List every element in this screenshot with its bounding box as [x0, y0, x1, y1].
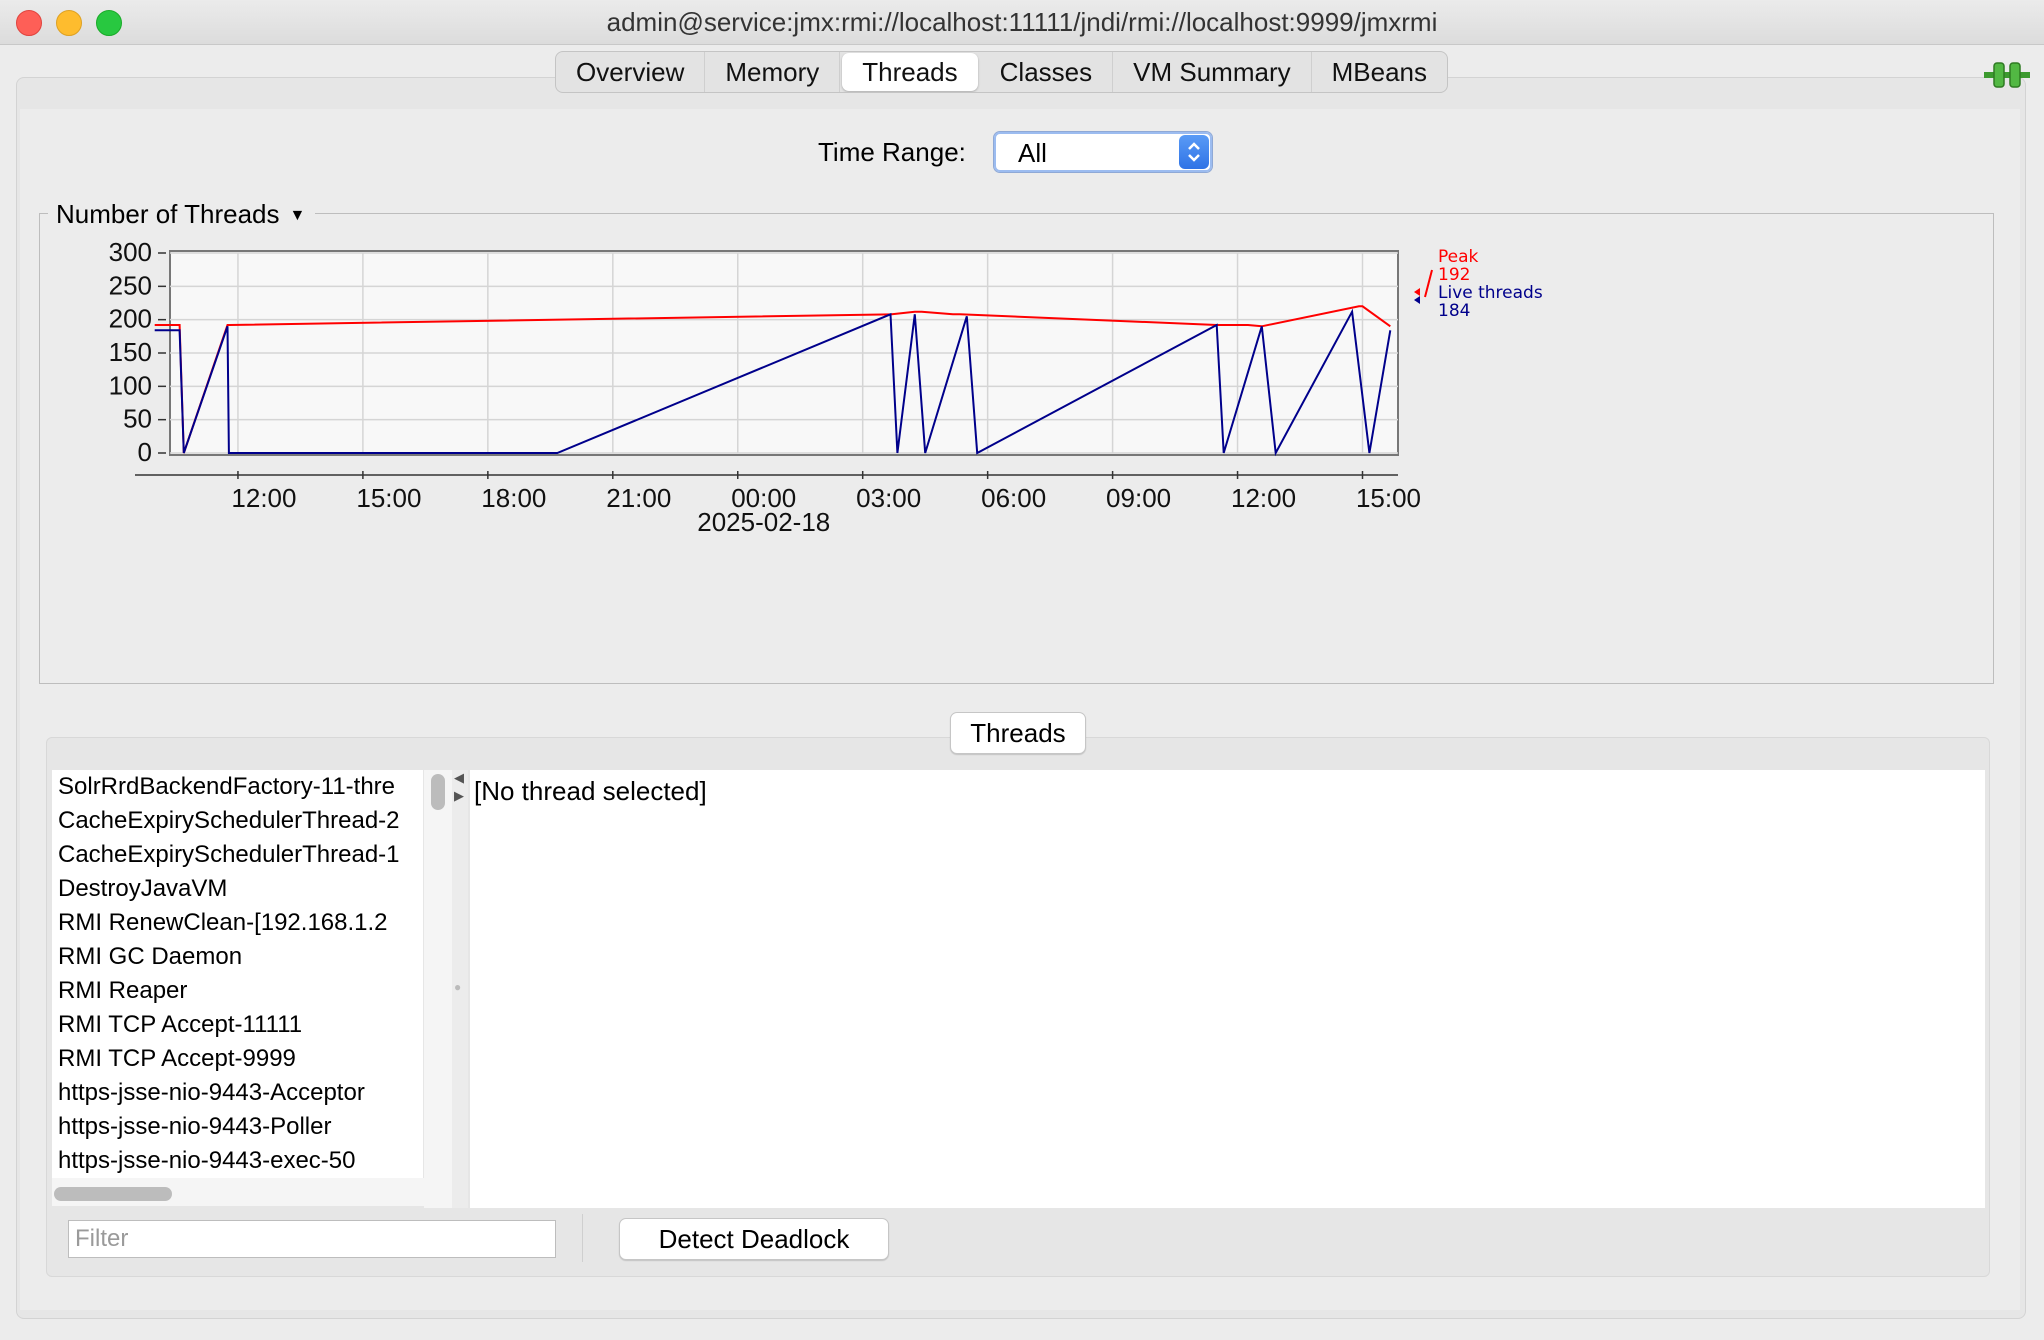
x-tick-label: 15:00 [1356, 483, 1421, 513]
thread-list-item[interactable]: CacheExpirySchedulerThread-2 [52, 804, 423, 838]
y-tick-label: 150 [109, 337, 152, 367]
legend-peak-value: 192 [1438, 265, 1470, 285]
thread-list-item[interactable]: DestroyJavaVM [52, 872, 423, 906]
thread-list-item[interactable]: https-jsse-nio-9443-exec-50 [52, 1144, 423, 1178]
time-range-select[interactable]: All [993, 131, 1213, 173]
split-divider[interactable]: ◀ ▶ ● [452, 770, 468, 1208]
thread-list-item[interactable]: RMI GC Daemon [52, 940, 423, 974]
thread-list-item[interactable]: RMI Reaper [52, 974, 423, 1008]
thread-detail-pane: [No thread selected] [470, 770, 1985, 1208]
legend-peak-marker [1414, 288, 1420, 296]
thread-list-item[interactable]: https-jsse-nio-9443-Poller [52, 1110, 423, 1144]
thread-list-item[interactable]: RMI RenewClean-[192.168.1.2 [52, 906, 423, 940]
y-tick-label: 100 [109, 370, 152, 400]
tab-mbeans[interactable]: MBeans [1312, 52, 1447, 92]
time-range-label: Time Range: [818, 137, 966, 167]
legend-live-threads-value: 184 [1438, 301, 1470, 321]
filter-input[interactable] [68, 1220, 556, 1258]
chart-group-title[interactable]: Number of Threads ▼ [48, 199, 316, 230]
x-tick-label: 18:00 [481, 483, 546, 513]
legend-live-threads-label: Live threads [1438, 283, 1543, 303]
threads-header-button[interactable]: Threads [950, 712, 1086, 754]
legend-peak-pointer [1424, 269, 1433, 298]
time-range-value: All [1018, 138, 1047, 168]
thread-list-item[interactable]: SolrRrdBackendFactory-11-thre [52, 770, 423, 804]
x-tick-label: 09:00 [1106, 483, 1171, 513]
plug-connected-icon [1984, 62, 2030, 88]
thread-list-vertical-scrollbar[interactable] [423, 770, 452, 1208]
legend-peak-label: Peak [1438, 247, 1479, 267]
thread-list-item[interactable]: RMI TCP Accept-11111 [52, 1008, 423, 1042]
thread-list-item[interactable]: https-jsse-nio-9443-Acceptor [52, 1076, 423, 1110]
y-tick-label: 0 [138, 437, 152, 467]
select-arrows-icon [1179, 135, 1209, 169]
x-tick-label: 12:00 [231, 483, 296, 513]
thread-list-item[interactable]: CacheExpirySchedulerThread-1 [52, 838, 423, 872]
chart-title: Number of Threads [56, 199, 280, 229]
tab-overview[interactable]: Overview [556, 52, 706, 92]
detect-deadlock-button[interactable]: Detect Deadlock [619, 1218, 889, 1260]
tab-classes[interactable]: Classes [980, 52, 1114, 92]
title-bar: admin@service:jmx:rmi://localhost:11111/… [0, 0, 2044, 45]
thread-list-item[interactable]: RMI TCP Accept-9999 [52, 1042, 423, 1076]
tab-threads[interactable]: Threads [842, 53, 978, 91]
divider [582, 1214, 583, 1262]
divider-grip-icon[interactable]: ● [454, 980, 461, 994]
x-date-label: 2025-02-18 [697, 507, 830, 537]
thread-detail-text: [No thread selected] [474, 776, 707, 806]
x-tick-label: 21:00 [606, 483, 671, 513]
threads-chart: 05010015020025030012:00 15:00 18:00 21:00 00… [109, 240, 1543, 537]
window-title: admin@service:jmx:rmi://localhost:11111/… [606, 7, 1438, 37]
x-tick-label: 15:00 [356, 483, 421, 513]
thread-list[interactable]: SolrRrdBackendFactory-11-thre CacheExpiry… [52, 770, 423, 1178]
y-tick-label: 250 [109, 270, 152, 300]
tab-memory[interactable]: Memory [705, 52, 841, 92]
dropdown-triangle-icon: ▼ [289, 207, 306, 225]
x-tick-label: 06:00 [981, 483, 1046, 513]
y-tick-label: 50 [123, 404, 152, 434]
scrollbar-thumb[interactable] [431, 774, 445, 810]
scrollbar-thumb[interactable] [54, 1187, 172, 1201]
tab-vm-summary[interactable]: VM Summary [1113, 52, 1312, 92]
expand-right-icon[interactable]: ▶ [454, 788, 464, 804]
y-tick-label: 200 [109, 304, 152, 334]
x-tick-label: 12:00 [1231, 483, 1296, 513]
tab-bar: Overview Memory Threads Classes VM Summa… [555, 51, 1448, 93]
collapse-left-icon[interactable]: ◀ [454, 770, 464, 786]
thread-list-horizontal-scrollbar[interactable] [52, 1178, 452, 1206]
x-tick-label: 03:00 [856, 483, 921, 513]
y-tick-label: 300 [109, 240, 152, 267]
legend-live-marker [1414, 296, 1420, 304]
